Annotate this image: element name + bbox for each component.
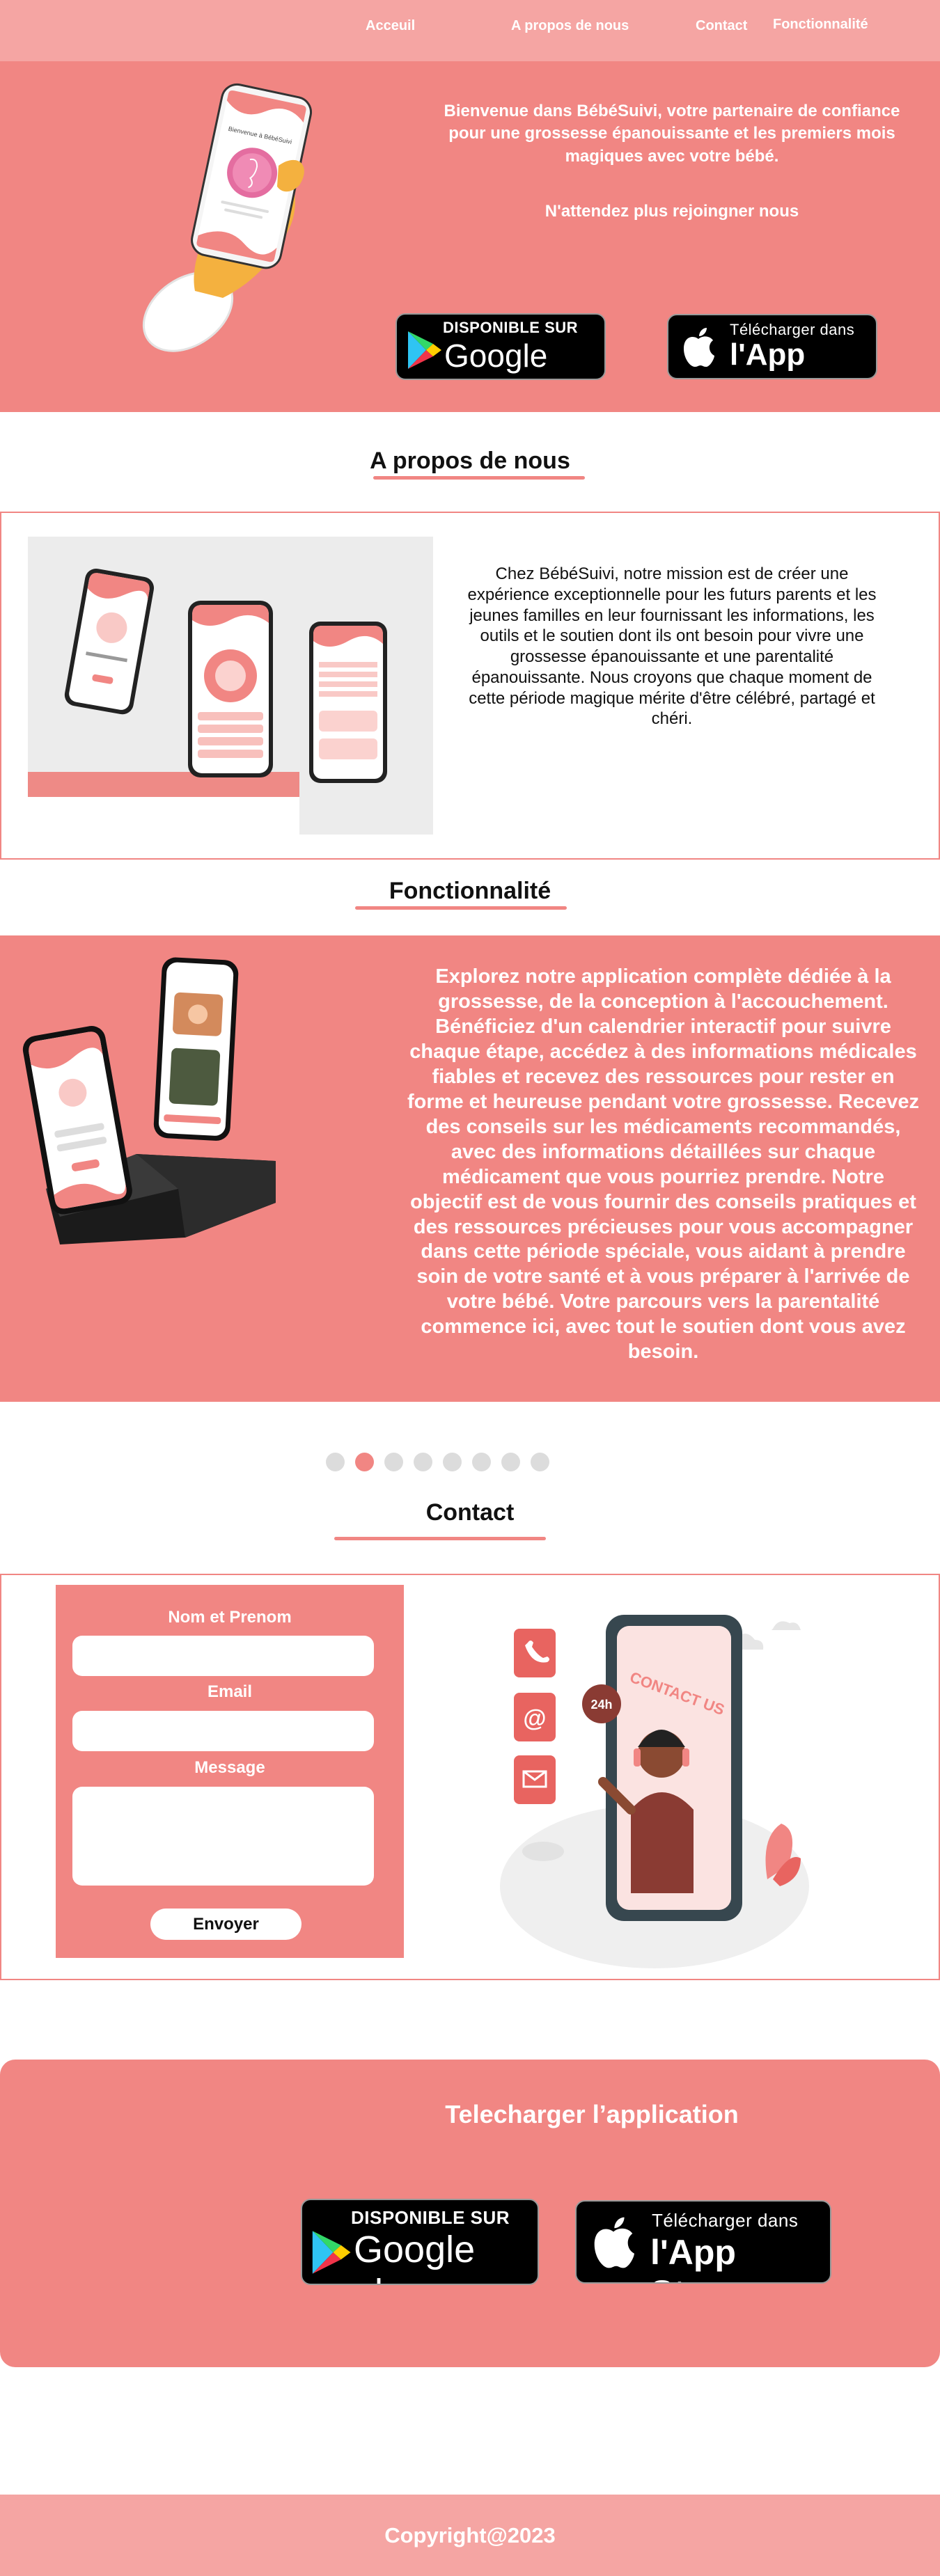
- download-app-store-badge[interactable]: Télécharger dans l'App Store: [575, 2200, 831, 2284]
- features-title-underline: [355, 906, 567, 910]
- send-button[interactable]: Envoyer: [150, 1909, 301, 1940]
- nav-link-contact[interactable]: Contact: [696, 18, 747, 34]
- message-label: Message: [194, 1758, 265, 1777]
- name-label: Nom et Prenom: [168, 1608, 292, 1627]
- svg-text:@: @: [523, 1705, 546, 1732]
- phone-tile: [514, 1629, 556, 1677]
- hero-section: Bienvenue à BébéSuivi Bienvenue dans Béb…: [0, 61, 940, 412]
- hero-cta-text: N'attendez plus rejoingner nous: [545, 202, 799, 221]
- nav-link-a-propos[interactable]: A propos de nous: [511, 18, 629, 34]
- carousel-dot[interactable]: [501, 1453, 520, 1471]
- carousel-dot[interactable]: [472, 1453, 491, 1471]
- google-play-icon: [408, 331, 441, 369]
- email-label: Email: [207, 1682, 253, 1701]
- nav-link-fonctionnalite[interactable]: Fonctionnalité: [773, 17, 868, 33]
- about-text: Chez BébéSuivi, notre mission est de cré…: [467, 564, 877, 729]
- download-google-play-badge[interactable]: DISPONIBLE SUR Google play: [301, 2199, 539, 2285]
- google-play-big-text: Google play: [444, 338, 548, 379]
- carousel-dot[interactable]: [443, 1453, 462, 1471]
- carousel-dot[interactable]: [326, 1453, 345, 1471]
- mail-tile: [514, 1755, 556, 1804]
- google-play-icon: [312, 2231, 351, 2274]
- carousel-dot[interactable]: [531, 1453, 549, 1471]
- app-mockup-image: [28, 537, 433, 835]
- hero-intro-text: Bienvenue dans BébéSuivi, votre partenai…: [444, 102, 900, 166]
- copyright-text: Copyright@2023: [384, 2523, 556, 2547]
- contact-title: Contact: [425, 1499, 515, 1526]
- contact-title-underline: [334, 1537, 546, 1540]
- hand-phone-illustration: Bienvenue à BébéSuivi: [142, 83, 313, 352]
- about-title: A propos de nous: [370, 448, 570, 474]
- illustration-24h-text: 24h: [590, 1698, 612, 1712]
- download-google-play-small-text: DISPONIBLE SUR: [351, 2207, 510, 2228]
- about-title-underline: [373, 476, 585, 480]
- download-google-play-big-text: Google play: [354, 2229, 476, 2284]
- email-input[interactable]: [72, 1711, 374, 1751]
- google-play-badge[interactable]: DISPONIBLE SUR Google play: [395, 313, 606, 380]
- nav-link-accueil[interactable]: Acceuil: [366, 18, 415, 34]
- apple-icon: [594, 2217, 634, 2268]
- features-text: Explorez notre application complète dédi…: [407, 965, 919, 1364]
- carousel-dot[interactable]: [384, 1453, 403, 1471]
- features-section: Explorez notre application complète dédi…: [0, 935, 940, 1402]
- app-store-big-text: l'App Store: [730, 338, 808, 378]
- name-input[interactable]: [72, 1636, 374, 1676]
- phones-on-pedestal-image: [22, 957, 276, 1244]
- download-app-store-big-text: l'App Store: [650, 2233, 739, 2282]
- apple-icon: [684, 328, 714, 367]
- top-nav: Acceuil A propos de nous Contact Fonctio…: [0, 0, 940, 61]
- app-store-badge[interactable]: Télécharger dans l'App Store: [667, 314, 877, 379]
- download-section: Telecharger l’application DISPONIBLE SUR…: [0, 2060, 940, 2367]
- at-tile: @: [514, 1693, 556, 1741]
- carousel-dot[interactable]: [414, 1453, 432, 1471]
- footer: Copyright@2023: [0, 2495, 940, 2576]
- carousel-dot-active[interactable]: [355, 1453, 374, 1471]
- features-title: Fonctionnalité: [389, 878, 551, 904]
- contact-form: Nom et Prenom Email Message Envoyer: [56, 1585, 404, 1958]
- download-title: Telecharger l’application: [445, 2100, 739, 2128]
- google-play-small-text: DISPONIBLE SUR: [443, 319, 579, 336]
- download-app-store-small-text: Télécharger dans: [652, 2210, 799, 2231]
- app-store-small-text: Télécharger dans: [730, 321, 855, 338]
- contact-us-illustration: CONTACT US 24h @: [500, 1615, 809, 1968]
- message-textarea[interactable]: [72, 1787, 374, 1886]
